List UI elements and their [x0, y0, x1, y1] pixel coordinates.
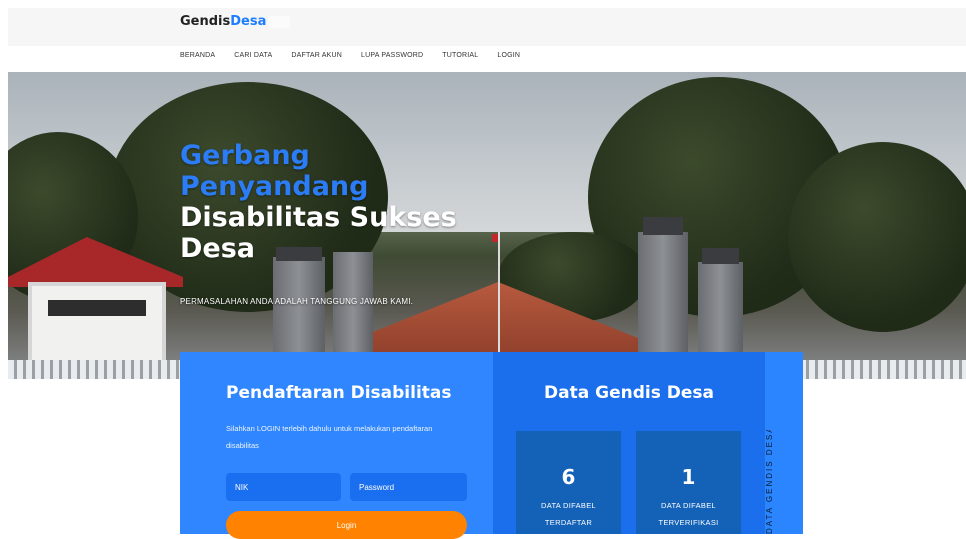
- registration-title: Pendaftaran Disabilitas: [226, 383, 452, 403]
- stats-title: Data Gendis Desa: [544, 383, 714, 403]
- nav-login[interactable]: LOGIN: [497, 52, 520, 59]
- vertical-section-label: DATA GENDIS DESA: [764, 430, 776, 534]
- header-bar: [8, 8, 966, 46]
- nav-cari-data[interactable]: CARI DATA: [234, 52, 272, 59]
- login-button[interactable]: Login: [226, 511, 467, 539]
- hero-subtitle: PERMASALAHAN ANDA ADALAH TANGGUNG JAWAB …: [180, 297, 414, 306]
- logo-text-main: Gendis: [180, 14, 231, 29]
- registration-description: Silahkan LOGIN terlebih dahulu untuk mel…: [226, 424, 433, 450]
- gate-pillar: [273, 257, 325, 367]
- password-input[interactable]: [350, 473, 467, 501]
- nav-tutorial[interactable]: TUTORIAL: [442, 52, 478, 59]
- tree-far-right: [788, 142, 966, 332]
- stat-label-line1: DATA DIFABEL: [540, 501, 596, 510]
- logo-text-accent: Desa: [230, 14, 267, 29]
- hero-title: Gerbang Penyandang Disabilitas Sukses De…: [180, 140, 510, 264]
- main-nav: BERANDA CARI DATA DAFTAR AKUN LUPA PASSW…: [180, 52, 539, 59]
- site-logo[interactable]: GendisDesa: [180, 14, 291, 29]
- stat-value: 6: [561, 465, 576, 489]
- stat-label: DATA DIFABEL TERDAFTAR: [516, 497, 621, 531]
- nav-lupa-password[interactable]: LUPA PASSWORD: [361, 52, 423, 59]
- stat-card-registered: 6 DATA DIFABEL TERDAFTAR: [516, 431, 621, 534]
- stat-label-line1: DATA DIFABEL: [660, 501, 716, 510]
- stat-label: DATA DIFABEL TERVERIFIKASI: [636, 497, 741, 531]
- stat-value: 1: [681, 465, 696, 489]
- nik-input[interactable]: [226, 473, 341, 501]
- nav-beranda[interactable]: BERANDA: [180, 52, 215, 59]
- hero-title-line3: Disabilitas Sukses: [180, 202, 457, 233]
- stat-label-line2: TERVERIFIKASI: [658, 518, 719, 527]
- office-sign: [28, 282, 166, 370]
- gate-pillar-cap: [643, 217, 683, 235]
- stat-label-line2: TERDAFTAR: [544, 518, 593, 527]
- gate-pillar: [638, 232, 688, 367]
- stat-card-verified: 1 DATA DIFABEL TERVERIFIKASI: [636, 431, 741, 534]
- gate-pillar: [333, 252, 373, 367]
- nav-daftar-akun[interactable]: DAFTAR AKUN: [291, 52, 342, 59]
- hero-title-line4: Desa: [180, 233, 256, 264]
- logo-highlight: [268, 15, 291, 28]
- gate-pillar-cap: [702, 248, 739, 264]
- hero-title-line2: Penyandang: [180, 171, 369, 202]
- vertical-label-text: DATA GENDIS DESA: [765, 430, 774, 534]
- hero-title-line1: Gerbang: [180, 140, 310, 171]
